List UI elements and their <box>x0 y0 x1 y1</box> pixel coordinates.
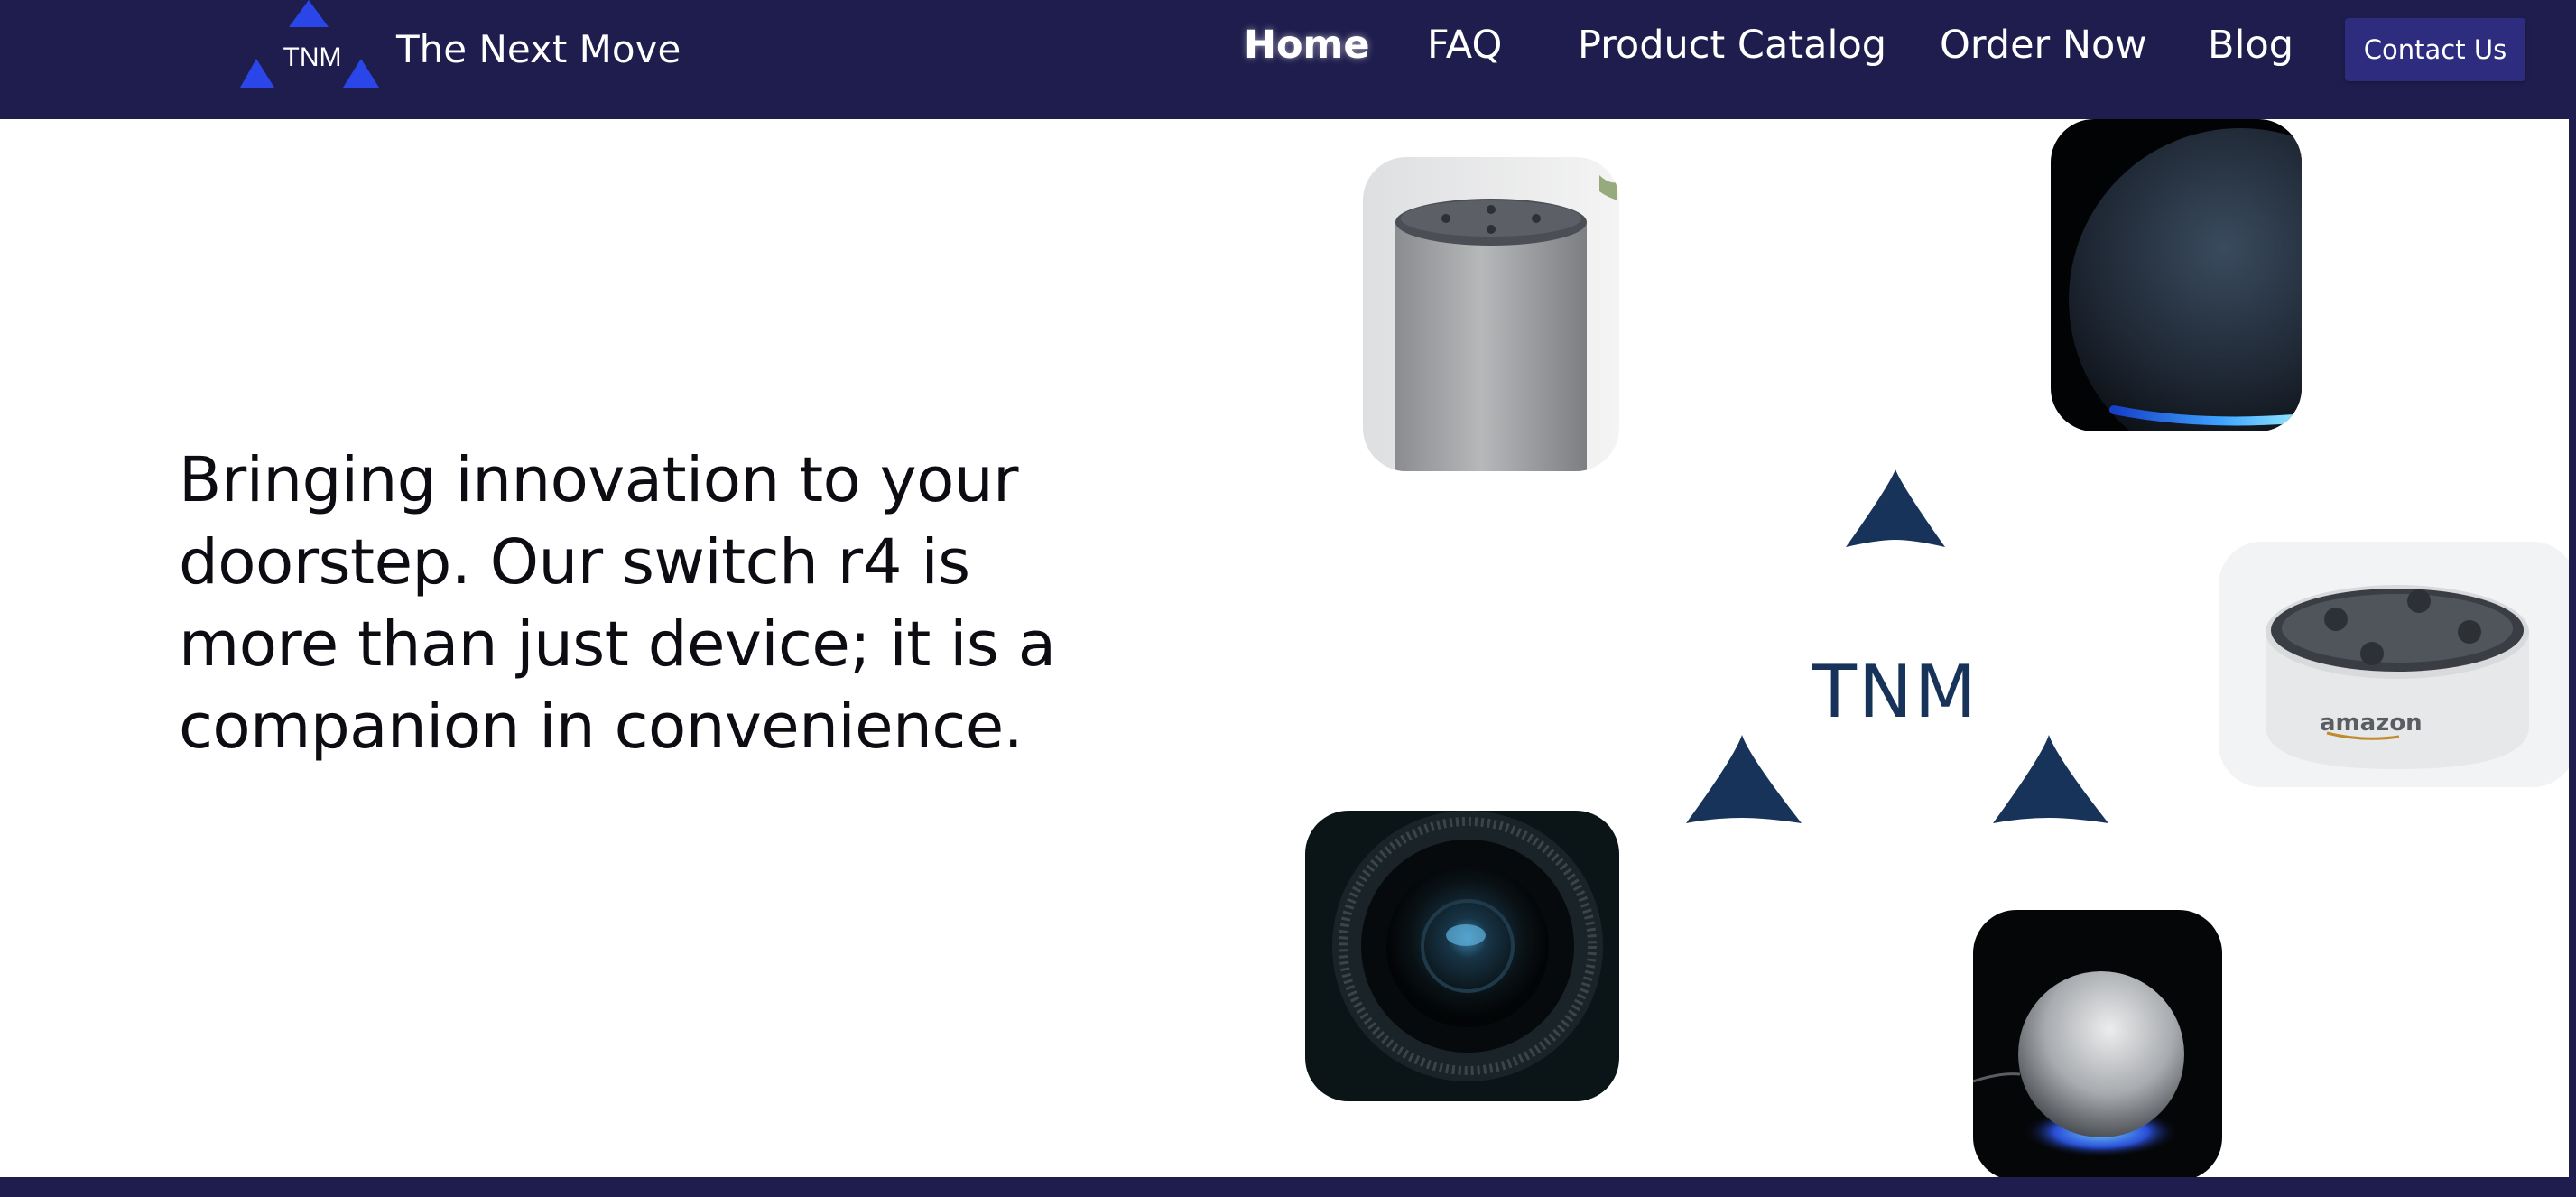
white-sphere-speaker-image <box>1973 910 2222 1181</box>
echo-dot-image: amazon <box>2219 542 2576 787</box>
footer-strip <box>0 1177 2576 1197</box>
logo[interactable]: TNM <box>236 0 381 90</box>
nav-home[interactable]: Home <box>1244 20 1370 70</box>
tnm-center-text: TNM <box>1812 650 1978 734</box>
hero-text: Bringing innovation to your doorstep. Ou… <box>179 444 1056 763</box>
nav-blog[interactable]: Blog <box>2208 20 2293 70</box>
brand-name[interactable]: The Next Move <box>396 27 681 71</box>
contact-us-button[interactable]: Contact Us <box>2345 18 2525 81</box>
camera-lens-image <box>1305 811 1619 1101</box>
cylinder-speaker-image <box>1363 157 1619 471</box>
dark-sphere-speaker-image <box>2051 119 2302 431</box>
nav-product-catalog[interactable]: Product Catalog <box>1578 20 1886 70</box>
nav-faq[interactable]: FAQ <box>1427 20 1502 70</box>
logo-text: TNM <box>283 42 342 72</box>
nav-order-now[interactable]: Order Now <box>1940 20 2147 70</box>
amazon-logo-text: amazon <box>2320 710 2423 737</box>
site-header: TNM The Next Move Home FAQ Product Catal… <box>0 0 2576 119</box>
page-edge-bar <box>2569 0 2576 1197</box>
